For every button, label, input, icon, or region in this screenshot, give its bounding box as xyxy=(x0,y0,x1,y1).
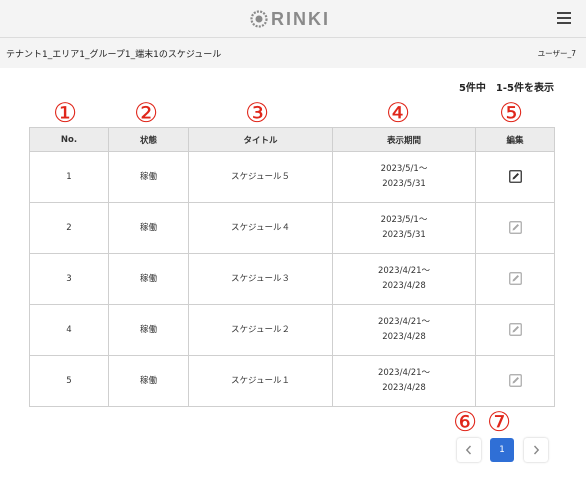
hamburger-menu-icon[interactable] xyxy=(557,12,571,24)
cell-edit xyxy=(475,151,555,203)
cell-title: スケジュール５ xyxy=(188,151,333,203)
edit-icon[interactable] xyxy=(508,322,522,336)
next-page-button[interactable] xyxy=(524,438,548,462)
sub-header: テナント1_エリア1_グループ1_端末1のスケジュール ユーザー_7 xyxy=(0,38,586,68)
cell-edit xyxy=(475,253,555,305)
cell-status: 稼働 xyxy=(108,202,189,254)
cell-no: 4 xyxy=(29,304,109,356)
marker-3: ③ xyxy=(245,98,270,129)
cell-status: 稼働 xyxy=(108,151,189,203)
period-end: 2023/5/31 xyxy=(382,230,426,240)
cell-period: 2023/4/21～ 2023/4/28 xyxy=(332,355,476,407)
marker-1: ① xyxy=(53,98,78,129)
marker-7: ⑦ xyxy=(487,407,512,438)
chevron-right-icon xyxy=(533,445,540,455)
cell-edit xyxy=(475,304,555,356)
chevron-left-icon xyxy=(465,445,472,455)
previous-page-button[interactable] xyxy=(457,438,481,462)
period-start: 2023/4/21～ xyxy=(377,266,431,276)
marker-2: ② xyxy=(134,98,159,129)
cell-no: 3 xyxy=(29,253,109,305)
cell-edit xyxy=(475,355,555,407)
period-end: 2023/5/31 xyxy=(382,179,426,189)
column-header-title: タイトル xyxy=(188,127,333,152)
logo-text: RINKI xyxy=(271,8,330,29)
period-end: 2023/4/28 xyxy=(382,383,426,393)
cell-no: 2 xyxy=(29,202,109,254)
cell-period: 2023/5/1～ 2023/5/31 xyxy=(332,151,476,203)
table-row: 3 稼働 スケジュール３ 2023/4/21～ 2023/4/28 xyxy=(29,253,555,305)
cell-period: 2023/5/1～ 2023/5/31 xyxy=(332,202,476,254)
edit-icon[interactable] xyxy=(508,373,522,387)
period-start: 2023/5/1～ xyxy=(380,215,428,225)
app-header: RINKI xyxy=(0,0,586,38)
page-number-button[interactable]: 1 xyxy=(490,438,514,462)
table-row: 2 稼働 スケジュール４ 2023/5/1～ 2023/5/31 xyxy=(29,202,555,254)
cell-title: スケジュール１ xyxy=(188,355,333,407)
cell-period: 2023/4/21～ 2023/4/28 xyxy=(332,253,476,305)
table-row: 4 稼働 スケジュール２ 2023/4/21～ 2023/4/28 xyxy=(29,304,555,356)
rinki-logo: RINKI xyxy=(250,8,330,30)
table-row: 5 稼働 スケジュール１ 2023/4/21～ 2023/4/28 xyxy=(29,355,555,407)
edit-icon[interactable] xyxy=(508,220,522,234)
period-end: 2023/4/28 xyxy=(382,332,426,342)
column-header-period: 表示期間 xyxy=(332,127,476,152)
table-header-row: No. 状態 タイトル 表示期間 編集 xyxy=(29,127,555,152)
marker-6: ⑥ xyxy=(453,407,478,438)
table-row: 1 稼働 スケジュール５ 2023/5/1～ 2023/5/31 xyxy=(29,151,555,203)
column-header-edit: 編集 xyxy=(475,127,555,152)
edit-icon[interactable] xyxy=(508,169,522,183)
user-name[interactable]: ユーザー_7 xyxy=(538,48,576,59)
edit-icon[interactable] xyxy=(508,271,522,285)
result-count: 5件中 1-5件を表示 xyxy=(458,83,554,94)
cell-status: 稼働 xyxy=(108,304,189,356)
cell-status: 稼働 xyxy=(108,355,189,407)
period-end: 2023/4/28 xyxy=(382,281,426,291)
column-header-no: No. xyxy=(29,127,109,152)
period-start: 2023/4/21～ xyxy=(377,317,431,327)
cell-title: スケジュール３ xyxy=(188,253,333,305)
period-start: 2023/5/1～ xyxy=(380,164,428,174)
marker-4: ④ xyxy=(386,98,411,129)
cell-no: 5 xyxy=(29,355,109,407)
cell-edit xyxy=(475,202,555,254)
marker-5: ⑤ xyxy=(499,98,524,129)
cell-period: 2023/4/21～ 2023/4/28 xyxy=(332,304,476,356)
cell-title: スケジュール２ xyxy=(188,304,333,356)
period-start: 2023/4/21～ xyxy=(377,368,431,378)
schedule-table: No. 状態 タイトル 表示期間 編集 1 稼働 スケジュール５ 2023/5/… xyxy=(29,127,555,407)
cell-title: スケジュール４ xyxy=(188,202,333,254)
cell-no: 1 xyxy=(29,151,109,203)
breadcrumb: テナント1_エリア1_グループ1_端末1のスケジュール xyxy=(6,50,222,60)
cell-status: 稼働 xyxy=(108,253,189,305)
column-header-status: 状態 xyxy=(108,127,189,152)
rinki-logo-icon xyxy=(250,10,268,28)
